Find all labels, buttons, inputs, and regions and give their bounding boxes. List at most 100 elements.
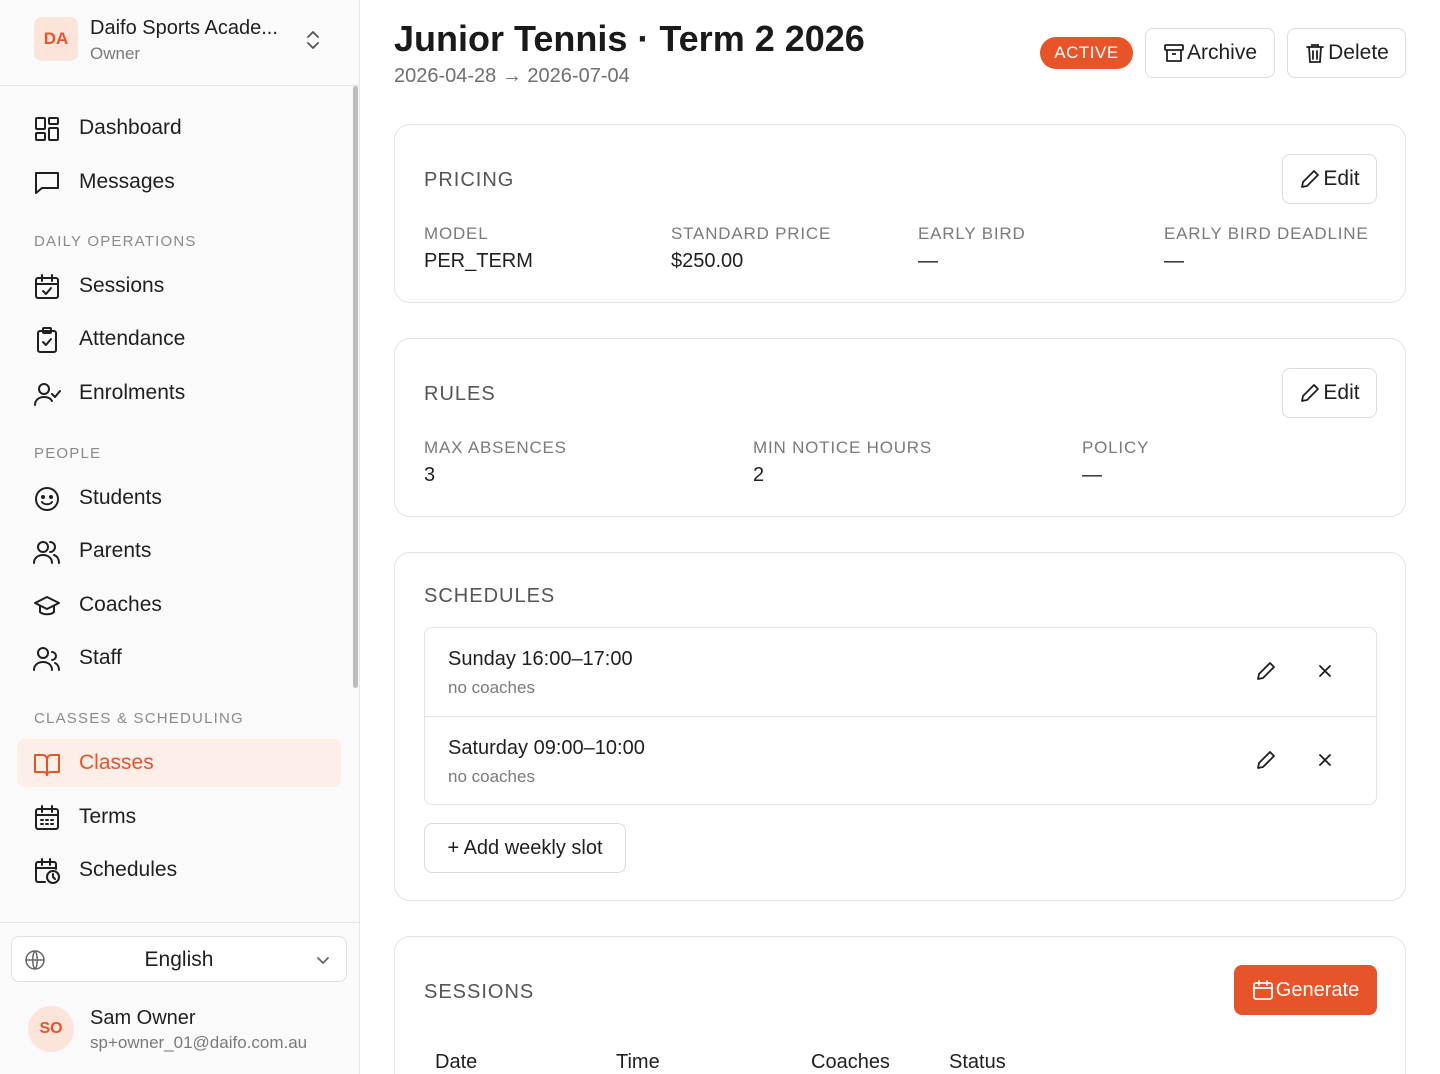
card-title: SCHEDULES	[424, 585, 556, 607]
sidebar-item-messages[interactable]: Messages	[17, 158, 341, 206]
trash-icon	[1306, 44, 1325, 63]
term-date-range: 2026-04-28 → 2026-07-04	[394, 65, 630, 87]
field-value: $250.00	[671, 250, 744, 272]
user-check-icon	[34, 383, 61, 406]
section-label-daily-operations: DAILY OPERATIONS	[34, 233, 197, 250]
calendar-icon	[1252, 980, 1273, 1000]
schedule-list: Sunday 16:00–17:00 no coaches Saturday 0…	[424, 627, 1377, 805]
schedules-card: SCHEDULES Sunday 16:00–17:00 no coaches …	[394, 552, 1406, 901]
field-value: —	[918, 250, 938, 272]
column-header-date: Date	[435, 1051, 478, 1073]
sidebar-item-staff[interactable]: Staff	[17, 634, 341, 682]
dashboard-icon	[35, 117, 59, 141]
page-title: Junior Tennis · Term 2 2026	[394, 18, 865, 59]
pencil-icon	[1301, 384, 1320, 402]
generate-button[interactable]: Generate	[1234, 965, 1377, 1015]
field-value: 2	[753, 464, 765, 486]
section-label-people: PEOPLE	[34, 445, 102, 462]
archive-icon	[1164, 44, 1184, 62]
field-value: PER_TERM	[424, 250, 533, 272]
language-select[interactable]: English	[11, 936, 347, 982]
sidebar-item-label: Staff	[79, 646, 122, 669]
user-group-icon	[33, 647, 60, 671]
sidebar-item-label: Students	[79, 486, 162, 509]
edit-label: Edit	[1323, 167, 1360, 190]
language-value: English	[144, 948, 214, 971]
field-value: 3	[424, 464, 436, 486]
delete-label: Delete	[1328, 41, 1389, 64]
edit-pricing-button[interactable]: Edit	[1282, 154, 1377, 204]
add-weekly-slot-button[interactable]: + Add weekly slot	[424, 823, 626, 873]
field-label: POLICY	[1082, 438, 1150, 457]
archive-label: Archive	[1186, 41, 1258, 64]
org-role: Owner	[90, 44, 141, 63]
field-label: EARLY BIRD	[918, 224, 1026, 243]
sessions-card: SESSIONS Generate Date Time Coaches Stat…	[394, 936, 1406, 1074]
archive-button[interactable]: Archive	[1145, 28, 1275, 78]
graduation-cap-icon	[34, 596, 60, 616]
list-item: Saturday 09:00–10:00 no coaches	[425, 716, 1376, 804]
sidebar-item-label: Messages	[79, 170, 175, 193]
field-value: —	[1082, 464, 1102, 486]
sidebar-item-label: Sessions	[79, 274, 165, 297]
list-item: Sunday 16:00–17:00 no coaches	[425, 628, 1376, 716]
sidebar-item-sessions[interactable]: Sessions	[17, 262, 341, 310]
smile-icon	[35, 487, 59, 511]
card-title: RULES	[424, 383, 496, 405]
sidebar-item-label: Attendance	[79, 327, 186, 350]
book-open-icon	[34, 754, 60, 776]
field-label: MIN NOTICE HOURS	[753, 438, 933, 457]
schedule-coaches: no coaches	[448, 767, 535, 786]
close-icon[interactable]	[1316, 751, 1334, 769]
column-header-coaches: Coaches	[811, 1051, 890, 1073]
sidebar-item-students[interactable]: Students	[17, 474, 341, 522]
user-email: sp+owner_01@daifo.com.au	[90, 1033, 308, 1052]
avatar[interactable]: SO	[28, 1006, 74, 1052]
section-label-classes-scheduling: CLASSES & SCHEDULING	[34, 710, 244, 727]
pencil-icon[interactable]	[1255, 660, 1277, 682]
field-value: —	[1164, 250, 1184, 272]
field-label: EARLY BIRD DEADLINE	[1164, 224, 1369, 243]
message-icon	[35, 172, 59, 194]
sidebar-item-parents[interactable]: Parents	[17, 527, 341, 575]
sidebar-item-label: Schedules	[79, 858, 178, 881]
sidebar-item-terms[interactable]: Terms	[17, 793, 341, 841]
sidebar-scrollbar[interactable]	[353, 86, 358, 688]
sidebar-item-enrolments[interactable]: Enrolments	[17, 369, 341, 417]
pricing-card: PRICING Edit MODEL PER_TERM STANDARD PRI…	[394, 124, 1406, 303]
clipboard-check-icon	[37, 327, 57, 353]
org-switcher[interactable]: DA Daifo Sports Acade... Owner	[0, 0, 359, 86]
card-title: SESSIONS	[424, 981, 535, 1003]
field-label: STANDARD PRICE	[671, 224, 832, 243]
field-label: MODEL	[424, 224, 489, 243]
field-label: MAX ABSENCES	[424, 438, 567, 457]
card-title: PRICING	[424, 169, 515, 191]
chevron-down-icon	[317, 957, 329, 964]
edit-rules-button[interactable]: Edit	[1282, 368, 1377, 418]
org-name: Daifo Sports Acade...	[90, 17, 278, 39]
delete-button[interactable]: Delete	[1287, 28, 1406, 78]
sidebar-item-schedules[interactable]: Schedules	[17, 846, 341, 894]
pencil-icon[interactable]	[1255, 749, 1277, 771]
close-icon[interactable]	[1316, 662, 1334, 680]
schedule-title: Sunday 16:00–17:00	[448, 648, 633, 670]
sidebar-item-dashboard[interactable]: Dashboard	[17, 104, 341, 152]
sidebar-item-label: Parents	[79, 539, 152, 562]
sidebar-item-label: Classes	[79, 751, 154, 774]
org-avatar: DA	[34, 17, 78, 61]
chevron-up-down-icon[interactable]	[304, 28, 322, 52]
edit-label: Edit	[1323, 381, 1360, 404]
calendar-check-icon	[35, 274, 59, 299]
calendar-icon	[35, 805, 59, 830]
user-name: Sam Owner	[90, 1007, 196, 1029]
column-header-time: Time	[616, 1051, 660, 1073]
sidebar: DA Daifo Sports Acade... Owner Dashboard…	[0, 0, 360, 1074]
sidebar-item-label: Terms	[79, 805, 137, 828]
users-icon	[33, 541, 60, 564]
column-header-status: Status	[949, 1051, 1006, 1073]
schedule-coaches: no coaches	[448, 678, 535, 697]
sidebar-item-coaches[interactable]: Coaches	[17, 581, 341, 629]
sidebar-item-classes[interactable]: Classes	[17, 739, 341, 787]
sidebar-item-attendance[interactable]: Attendance	[17, 315, 341, 363]
generate-label: Generate	[1275, 978, 1360, 1001]
